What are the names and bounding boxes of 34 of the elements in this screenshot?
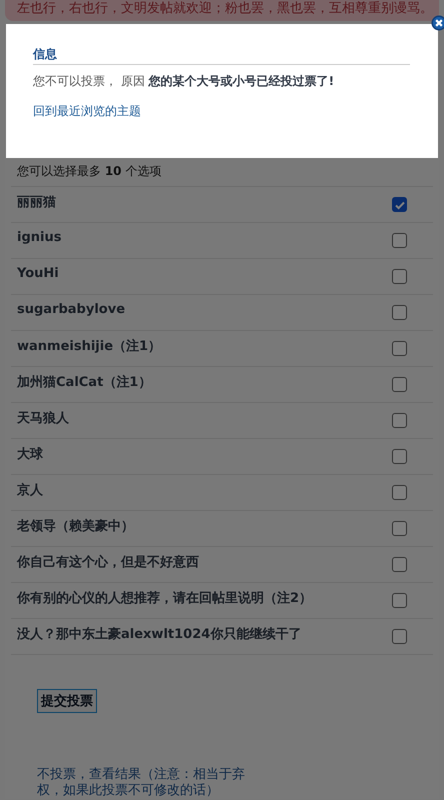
option-label: 京人 [17, 482, 43, 498]
dialog-title: 信息 [33, 46, 410, 65]
checkbox[interactable] [392, 269, 407, 284]
recent-topic-link[interactable]: 回到最近浏览的主题 [33, 103, 141, 119]
checkbox[interactable] [392, 521, 407, 536]
checkbox[interactable] [392, 413, 407, 428]
notice-text: 左也行，右也行，文明发帖就欢迎；粉也罢，黑也罢，互相尊重别谩骂。 [17, 0, 427, 18]
option-label: 大球 [17, 446, 43, 462]
option-label: 你有别的心仪的人想推荐，请在回帖里说明（注2） [17, 590, 312, 606]
poll-hint: 您可以选择最多 10 个选项 [16, 163, 162, 180]
submit-button[interactable]: 提交投票 [37, 689, 97, 713]
option-label: ignius [17, 230, 62, 245]
option-label: 丽丽猫 [17, 194, 56, 210]
checkbox[interactable] [392, 449, 407, 464]
checkbox[interactable] [392, 485, 407, 500]
option-label: wanmeishijie（注1） [17, 338, 162, 354]
checkbox[interactable] [392, 557, 407, 572]
option-label: 天马狼人 [17, 410, 69, 426]
checkbox[interactable] [392, 341, 407, 356]
checkbox[interactable] [392, 629, 407, 644]
checkbox[interactable] [392, 197, 407, 212]
checkbox[interactable] [392, 305, 407, 320]
checkbox[interactable] [392, 233, 407, 248]
abstain-link[interactable]: 不投票，查看结果（注意：相当于弃权，如果此投票不可修改的话） [37, 767, 252, 799]
option-label: YouHi [17, 266, 59, 281]
close-icon[interactable] [431, 15, 444, 31]
option-label: 没人？那中东土豪alexwlt1024你只能继续干了 [17, 626, 302, 642]
option-label: 加州猫CalCat（注1） [17, 374, 152, 390]
checkbox[interactable] [392, 377, 407, 392]
checkbox[interactable] [392, 593, 407, 608]
dialog-message: 您不可以投票， 原因 您的某个大号或小号已经投过票了! [33, 73, 336, 89]
option-label: sugarbabylove [17, 302, 126, 317]
option-label: 你自己有这个心，但是不好意西 [17, 554, 199, 570]
option-label: 老领导（赖美豪中） [17, 518, 134, 534]
